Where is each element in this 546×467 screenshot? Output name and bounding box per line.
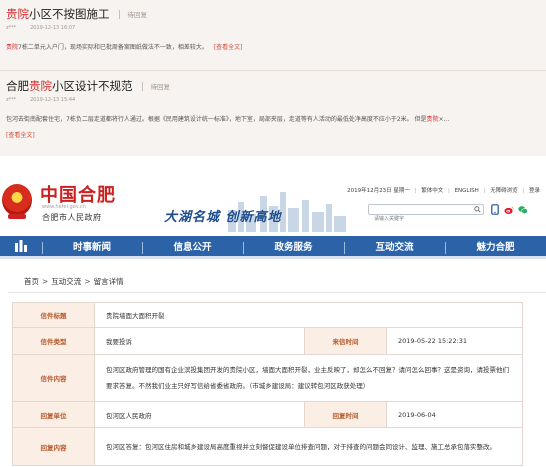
- reply-unit: 包河区人民政府: [94, 401, 305, 428]
- mobile-icon[interactable]: [490, 204, 500, 215]
- nav-home-button[interactable]: [0, 236, 42, 256]
- divider: [0, 70, 546, 71]
- label-sent-time: 来信时间: [304, 327, 387, 355]
- qa-divider-bar: [118, 10, 120, 19]
- qa-body: 贵院7栋二单元入户门，现场实际和已批周备案图纸做法不一致，相差较大。 [查看全文]: [6, 43, 540, 53]
- qa-body-highlight: 贵院: [6, 44, 19, 51]
- breadcrumb-arrow: >: [42, 277, 49, 286]
- qa-title[interactable]: 贵院小区不按图施工 待回复: [6, 6, 540, 23]
- letter-type: 我要投诉: [94, 327, 305, 355]
- qa-date: 2019-12-13 15:44: [30, 97, 76, 103]
- social-icons: [490, 204, 528, 215]
- weibo-icon[interactable]: [504, 205, 514, 215]
- nav-item-charm-hefei[interactable]: 魅力合肥: [445, 239, 546, 254]
- nav-item-news[interactable]: 时事新闻: [42, 239, 142, 254]
- separator: |: [447, 188, 450, 194]
- search-icon[interactable]: [474, 206, 481, 213]
- reply-time: 2019-06-04: [385, 401, 524, 428]
- letter-content: 包河区政府管理的国有企业滨投集团开发的贵院小区，墙面大面积开裂，业主反映了，却怎…: [93, 354, 524, 402]
- breadcrumb: 首页 > 互动交流 > 留言详情: [24, 276, 124, 287]
- label-reply-unit: 回复单位: [12, 401, 95, 428]
- accessibility-link[interactable]: 无障碍浏览: [490, 188, 518, 194]
- qa-title-text[interactable]: 小区设计不规范: [52, 79, 133, 93]
- nav-strip: [0, 256, 546, 259]
- table-row: 信件标题 贵院墙面大面积开裂: [12, 302, 524, 328]
- letter-sent-time: 2019-05-22 15:22:31: [385, 327, 524, 355]
- qa-body-highlight: 贵院: [426, 116, 439, 123]
- letter-detail-table: 信件标题 贵院墙面大面积开裂 信件类型 我要投诉 来信时间 2019-05-22…: [12, 302, 524, 466]
- qa-status: 待回复: [150, 83, 171, 91]
- letter-title: 贵院墙面大面积开裂: [93, 302, 524, 328]
- qa-item: 贵院小区不按图施工 待回复 z*** 2019-12-13 16:07 贵院7栋二单…: [6, 6, 540, 53]
- qa-meta: z*** 2019-12-13 15:44: [6, 97, 540, 105]
- table-row: 回复单位 包河区人民政府 回复时间 2019-06-04: [12, 401, 524, 428]
- view-full-link[interactable]: [查看全文]: [6, 130, 540, 139]
- nav-item-interaction[interactable]: 互动交流: [344, 239, 445, 254]
- english-link[interactable]: ENGLISH: [455, 188, 479, 194]
- breadcrumb-interaction[interactable]: 互动交流: [51, 277, 81, 286]
- breadcrumb-arrow: >: [84, 277, 91, 286]
- label-title: 信件标题: [12, 302, 95, 328]
- qa-title[interactable]: 合肥贵院小区设计不规范 待回复: [6, 78, 540, 95]
- label-reply-time: 回复时间: [304, 401, 387, 428]
- qa-body-text: 7栋二单元入户门，现场实际和已批周备案图纸做法不一致，相差较大。: [18, 44, 208, 51]
- login-link[interactable]: 登录: [529, 188, 540, 194]
- qa-item: 合肥贵院小区设计不规范 待回复 z*** 2019-12-13 15:44 包河去街…: [6, 78, 540, 139]
- view-full-link[interactable]: [查看全文]: [214, 44, 243, 51]
- home-buildings-icon: [15, 240, 27, 252]
- qa-date: 2019-12-13 16:07: [30, 25, 76, 31]
- national-emblem-icon: [2, 184, 32, 219]
- site-url: www.hefei.gov.cn: [42, 204, 86, 210]
- qa-body-ellipsis: ×...: [438, 116, 450, 123]
- label-reply-content: 回复内容: [12, 427, 95, 466]
- separator: |: [483, 188, 486, 194]
- table-row: 信件类型 我要投诉 来信时间 2019-05-22 15:22:31: [12, 327, 524, 355]
- qa-list: 贵院小区不按图施工 待回复 z*** 2019-12-13 16:07 贵院7栋二单…: [0, 0, 546, 156]
- separator: |: [522, 188, 525, 194]
- divider: [8, 292, 546, 293]
- wechat-icon[interactable]: [518, 205, 528, 215]
- nav-item-info-disclosure[interactable]: 信息公开: [142, 239, 243, 254]
- table-row: 信件内容 包河区政府管理的国有企业滨投集团开发的贵院小区，墙面大面积开裂，业主反…: [12, 354, 524, 402]
- qa-user: z***: [6, 25, 17, 31]
- breadcrumb-home[interactable]: 首页: [24, 277, 39, 286]
- table-row: 回复内容 包河区答复：包河区住房和城乡建设局高度重视并立刻督促建设单位排查问题，…: [12, 427, 524, 466]
- qa-body: 包河去街南配套住宅，7栋负二层走道都将行人通过。根据《民用建筑设计统一标准》，地…: [6, 115, 540, 125]
- qa-body-text: 包河去街南配套住宅，7栋负二层走道都将行人通过。根据《民用建筑设计统一标准》，地…: [6, 116, 427, 123]
- search-box: [368, 204, 484, 224]
- label-type: 信件类型: [12, 327, 95, 355]
- site-subtitle: 合肥市人民政府: [42, 213, 102, 222]
- reply-content: 包河区答复：包河区住房和城乡建设局高度重视并立刻督促建设单位排查问题，对于排查的…: [93, 427, 524, 466]
- qa-meta: z*** 2019-12-13 16:07: [6, 25, 540, 33]
- traditional-chinese-link[interactable]: 繁体中文: [421, 188, 443, 194]
- breadcrumb-current: 留言详情: [93, 277, 124, 286]
- current-date: 2019年12月23日 星期一: [347, 188, 410, 194]
- label-content: 信件内容: [12, 354, 95, 402]
- separator: |: [414, 188, 417, 194]
- qa-title-prefix[interactable]: 合肥: [6, 79, 29, 93]
- search-input[interactable]: [369, 214, 469, 224]
- qa-user: z***: [6, 97, 17, 103]
- site-header: 中国合肥 www.hefei.gov.cn 合肥市人民政府 大湖名城 创新高地 …: [0, 162, 546, 236]
- main-nav: 时事新闻 信息公开 政务服务 互动交流 魅力合肥: [0, 236, 546, 256]
- slogan: 大湖名城 创新高地: [164, 210, 282, 225]
- qa-title-highlight[interactable]: 贵院: [6, 7, 29, 21]
- qa-status: 待回复: [127, 11, 148, 19]
- qa-title-text[interactable]: 小区不按图施工: [29, 7, 110, 21]
- qa-divider-bar: [141, 82, 143, 91]
- nav-item-gov-services[interactable]: 政务服务: [243, 239, 344, 254]
- top-links: 2019年12月23日 星期一 | 繁体中文 | ENGLISH | 无障碍浏览…: [347, 186, 540, 194]
- qa-title-highlight[interactable]: 贵院: [29, 79, 52, 93]
